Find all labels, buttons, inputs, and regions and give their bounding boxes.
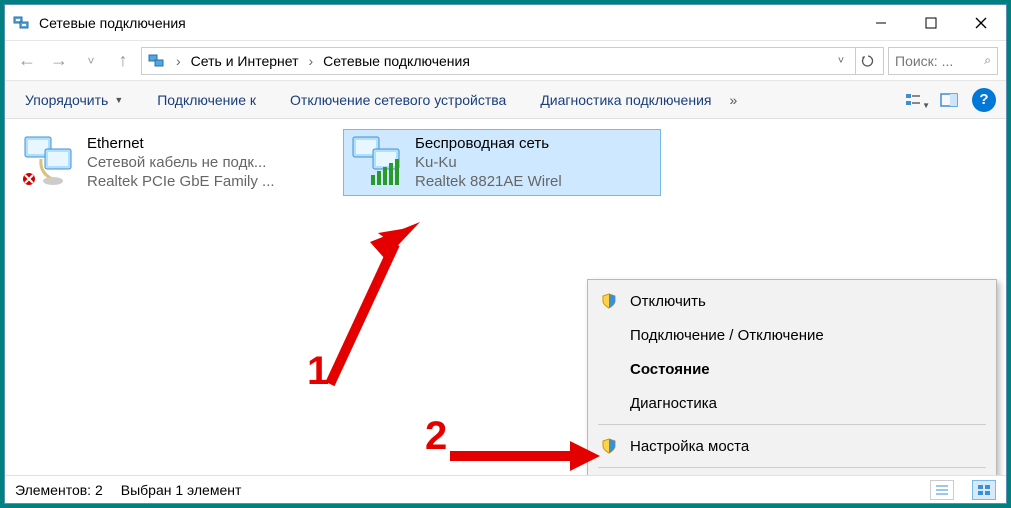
status-selection: Выбран 1 элемент: [121, 482, 242, 498]
organize-label: Упорядочить: [25, 92, 108, 108]
refresh-button[interactable]: [855, 48, 879, 74]
menu-label: Отключить: [630, 293, 706, 310]
back-button[interactable]: ←: [13, 47, 41, 75]
adapter-name: Беспроводная сеть: [415, 135, 562, 152]
annotation-number-1: 1: [307, 349, 329, 394]
navigation-bar: ← → ˅ ↑ › Сеть и Интернет › Сетевые подк…: [5, 41, 1006, 81]
organize-menu[interactable]: Упорядочить ▼: [15, 86, 133, 114]
connect-to-button[interactable]: Подключение к: [147, 86, 266, 114]
address-bar[interactable]: › Сеть и Интернет › Сетевые подключения …: [141, 47, 884, 75]
annotation-arrow-1: [300, 214, 430, 397]
breadcrumb-item[interactable]: Сеть и Интернет: [187, 51, 303, 71]
diagnose-label: Диагностика подключения: [540, 92, 711, 108]
minimize-button[interactable]: [856, 7, 906, 39]
details-view-button[interactable]: [930, 480, 954, 500]
location-icon: [148, 52, 166, 70]
help-button[interactable]: ?: [972, 88, 996, 112]
shield-icon: [598, 438, 620, 454]
adapter-status: Ku-Ku: [415, 154, 562, 171]
context-menu: Отключить Подключение / Отключение Состо…: [587, 279, 997, 475]
maximize-button[interactable]: [906, 7, 956, 39]
menu-bridge[interactable]: Настройка моста: [590, 429, 994, 463]
menu-create-shortcut[interactable]: Создать ярлык: [590, 472, 994, 475]
view-options-button[interactable]: ▼: [898, 86, 932, 114]
address-dropdown-icon[interactable]: ˅: [831, 55, 851, 67]
search-placeholder: Поиск: ...: [895, 53, 953, 69]
status-item-count: Элементов: 2: [15, 482, 103, 498]
recent-locations-button[interactable]: ˅: [77, 47, 105, 75]
adapter-device: Realtek PCIe GbE Family ...: [87, 173, 275, 190]
close-button[interactable]: [956, 7, 1006, 39]
search-icon[interactable]: ⌕: [984, 53, 991, 68]
network-connections-window: Сетевые подключения ← → ˅ ↑ › Сеть и Инт…: [4, 4, 1007, 504]
shield-icon: [598, 293, 620, 309]
menu-diagnose[interactable]: Диагностика: [590, 386, 994, 420]
up-button[interactable]: ↑: [109, 47, 137, 75]
annotation-arrow-2: [445, 436, 605, 475]
adapter-item-wireless[interactable]: Беспроводная сеть Ku-Ku Realtek 8821AE W…: [343, 129, 661, 196]
menu-label: Состояние: [630, 361, 710, 378]
menu-separator: [598, 467, 986, 468]
menu-label: Настройка моста: [630, 438, 749, 455]
adapter-list: Ethernet Сетевой кабель не подк... Realt…: [5, 119, 1006, 206]
breadcrumb-sep-icon[interactable]: ›: [309, 53, 314, 69]
adapter-name: Ethernet: [87, 135, 275, 152]
breadcrumb-item[interactable]: Сетевые подключения: [319, 51, 474, 71]
connect-label: Подключение к: [157, 92, 256, 108]
content-area: Ethernet Сетевой кабель не подк... Realt…: [5, 119, 1006, 475]
menu-label: Подключение / Отключение: [630, 327, 824, 344]
disable-label: Отключение сетевого устройства: [290, 92, 506, 108]
forward-button[interactable]: →: [45, 47, 73, 75]
breadcrumb-sep-icon[interactable]: ›: [176, 53, 181, 69]
adapter-item-ethernet[interactable]: Ethernet Сетевой кабель не подк... Realt…: [15, 129, 333, 196]
command-bar: Упорядочить ▼ Подключение к Отключение с…: [5, 81, 1006, 119]
overflow-button[interactable]: »: [721, 86, 745, 114]
window-title: Сетевые подключения: [39, 15, 186, 31]
status-bar: Элементов: 2 Выбран 1 элемент: [5, 475, 1006, 503]
chevron-down-icon: ▼: [922, 101, 930, 110]
menu-connect-disconnect[interactable]: Подключение / Отключение: [590, 318, 994, 352]
titlebar: Сетевые подключения: [5, 5, 1006, 41]
chevron-down-icon: ▼: [114, 95, 123, 105]
ethernet-icon: [21, 135, 77, 187]
preview-pane-button[interactable]: [932, 86, 966, 114]
diagnose-button[interactable]: Диагностика подключения: [530, 86, 721, 114]
wireless-icon: [349, 135, 405, 187]
menu-status[interactable]: Состояние: [590, 352, 994, 386]
menu-disable[interactable]: Отключить: [590, 284, 994, 318]
adapter-status: Сетевой кабель не подк...: [87, 154, 275, 171]
annotation-number-2: 2: [425, 414, 447, 459]
menu-label: Диагностика: [630, 395, 717, 412]
adapter-device: Realtek 8821AE Wirel: [415, 173, 562, 190]
network-folder-icon: [13, 14, 31, 32]
icons-view-button[interactable]: [972, 480, 996, 500]
disable-device-button[interactable]: Отключение сетевого устройства: [280, 86, 516, 114]
menu-separator: [598, 424, 986, 425]
search-input[interactable]: Поиск: ... ⌕: [888, 47, 998, 75]
